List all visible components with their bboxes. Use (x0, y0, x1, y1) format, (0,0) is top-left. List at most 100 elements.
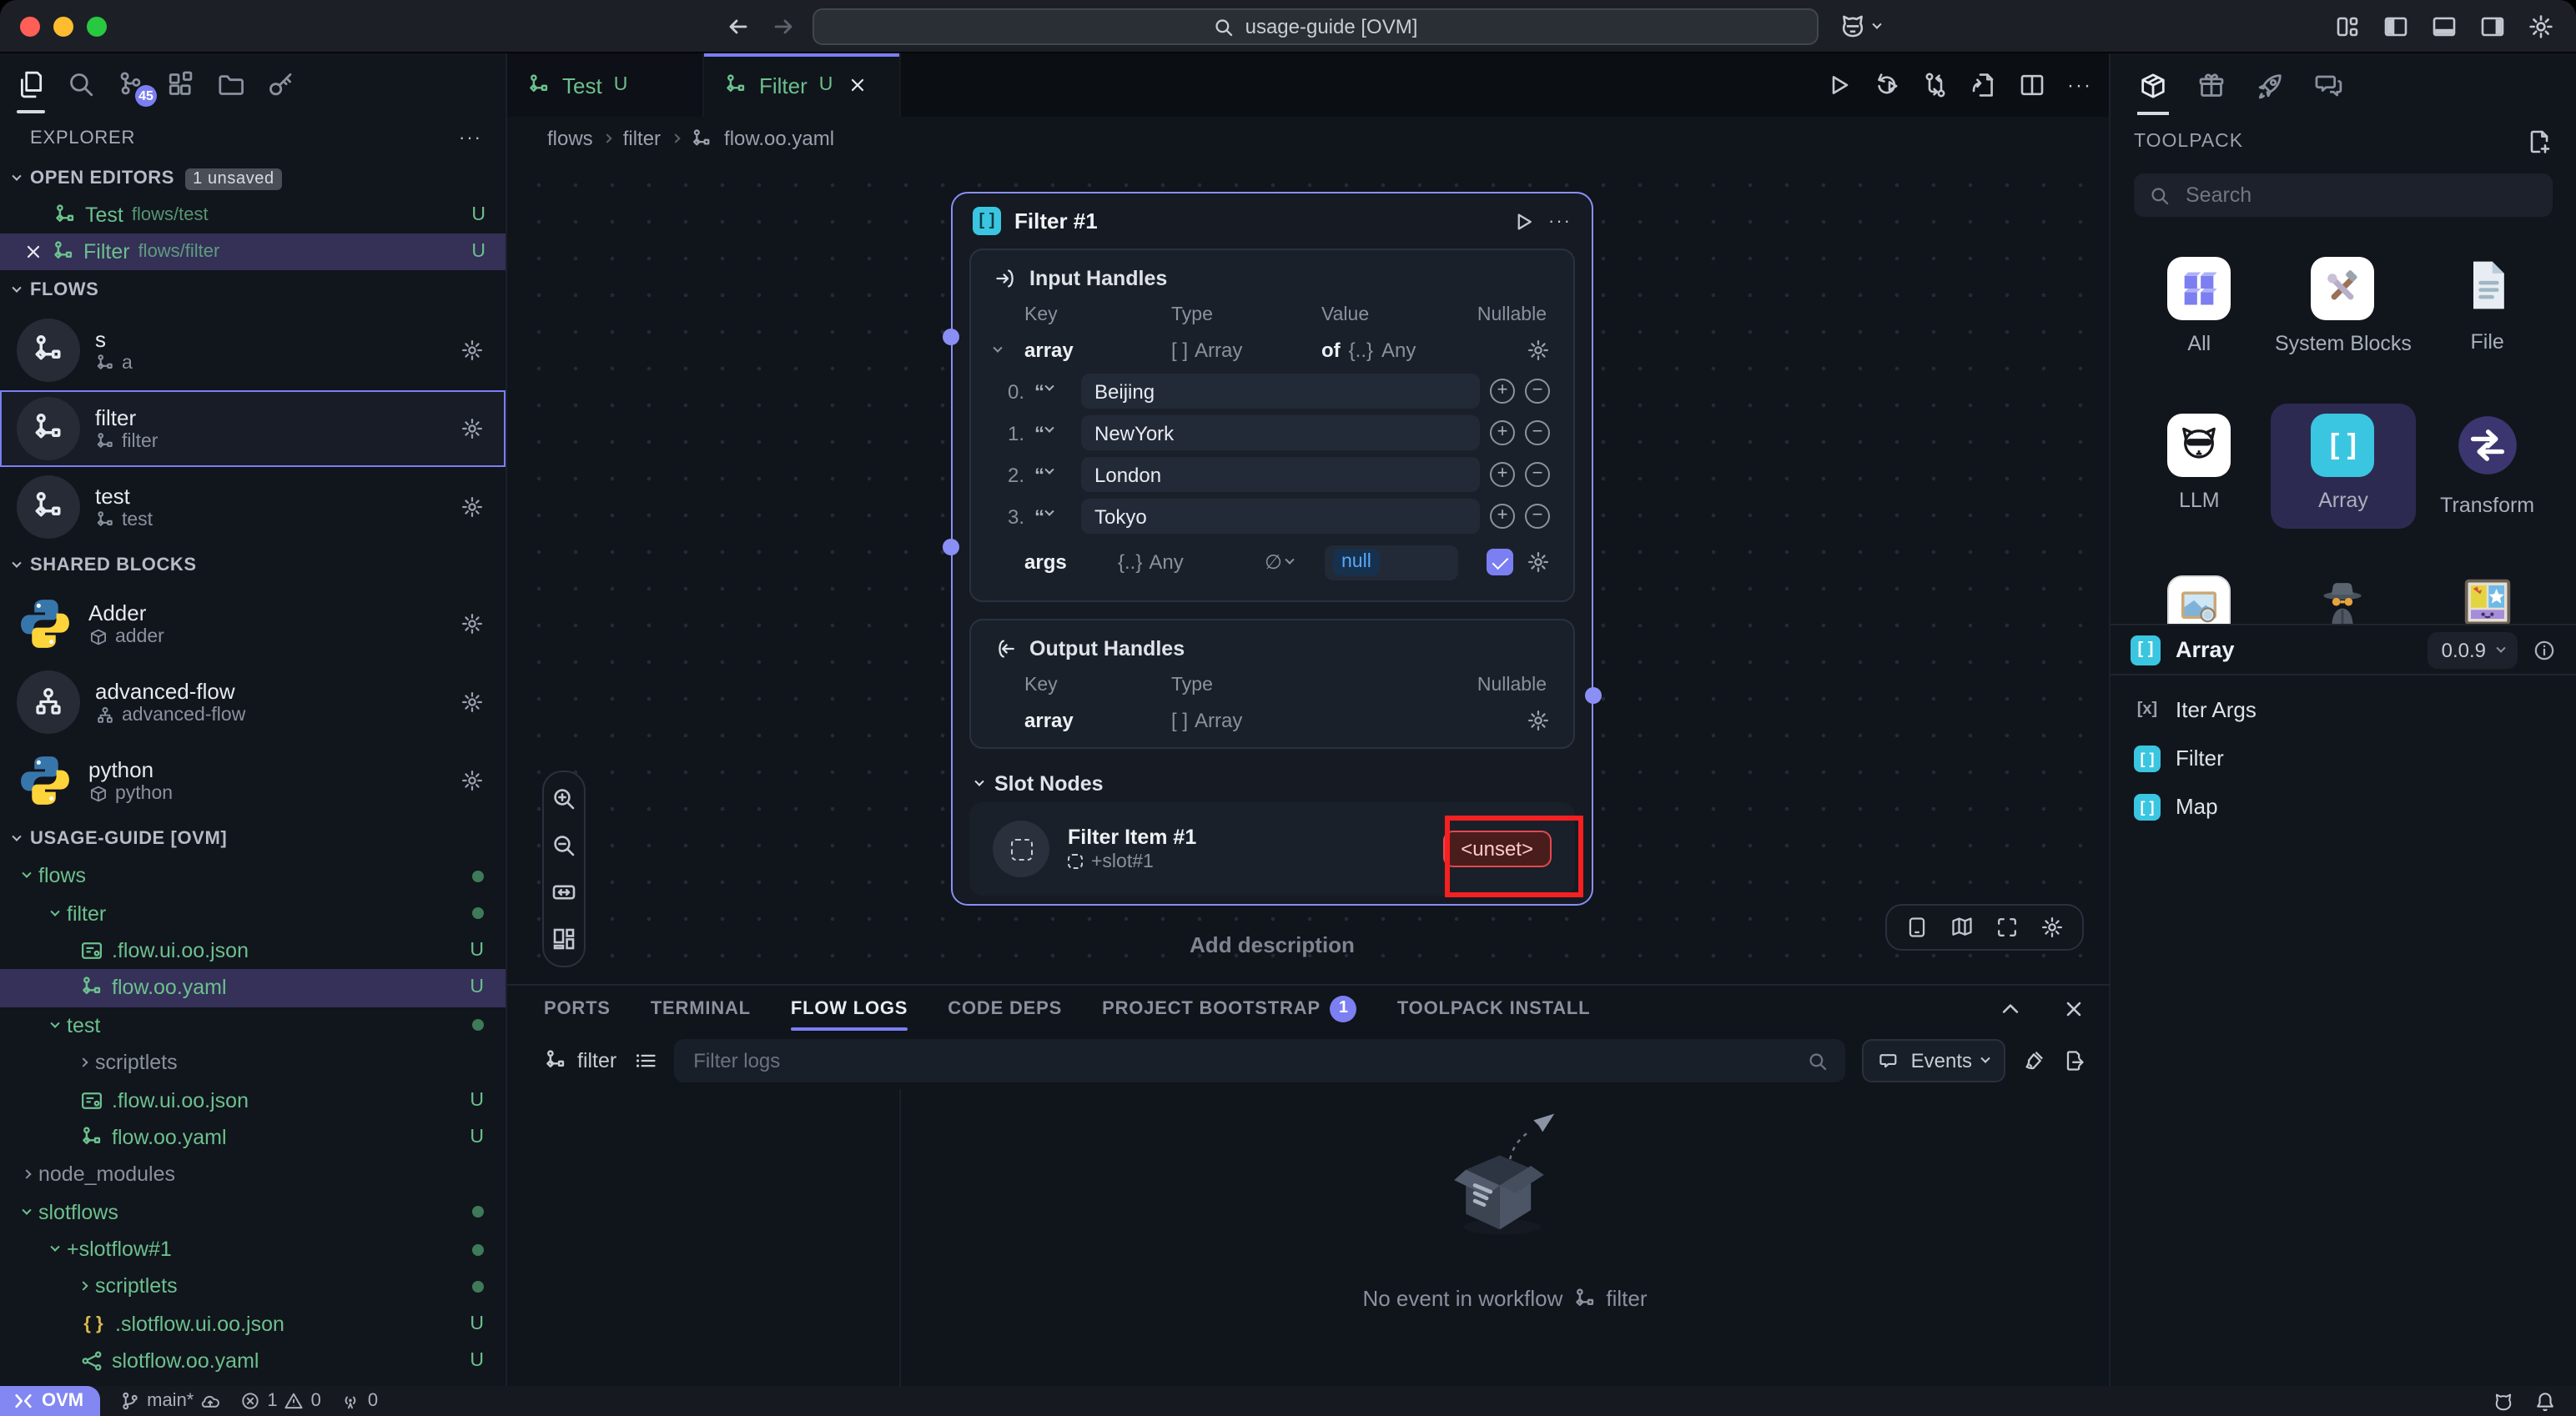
string-type-icon[interactable]: “ (1034, 421, 1071, 444)
history-back-button[interactable] (724, 13, 751, 40)
toolpack-category-llm[interactable]: LLM (2127, 404, 2272, 529)
remove-item-button[interactable]: − (1525, 462, 1550, 487)
item-value-input[interactable] (1081, 415, 1480, 450)
command-center-search[interactable]: usage-guide [OVM] (813, 8, 1819, 45)
item-value-input[interactable] (1081, 457, 1480, 492)
bottom-tab-toolpack-install[interactable]: TOOLPACK INSTALL (1397, 986, 1591, 1032)
breadcrumb-file[interactable]: flow.oo.yaml (724, 127, 834, 150)
add-item-button[interactable]: + (1490, 420, 1515, 445)
add-description-button[interactable]: Add description (951, 932, 1593, 957)
output-handle-port-array[interactable] (1585, 687, 1602, 704)
collapse-array-icon[interactable] (993, 344, 1002, 353)
toolpack-category-picture[interactable] (2415, 565, 2559, 624)
toolpack-category-all[interactable]: All (2127, 247, 2272, 367)
toolpack-category-file[interactable]: File (2415, 247, 2559, 367)
tree-item-test[interactable]: test (0, 1007, 506, 1044)
remove-item-button[interactable]: − (1525, 379, 1550, 404)
log-flow-selector[interactable]: filter (544, 1049, 616, 1072)
output-settings-icon[interactable] (1527, 709, 1550, 732)
handle-settings-icon[interactable] (1527, 339, 1550, 362)
tree-item-node_modules[interactable]: node_modules (0, 1156, 506, 1193)
pet-status-icon[interactable] (2493, 1390, 2514, 1412)
minimize-window-button[interactable] (53, 17, 73, 37)
chevron-down-icon[interactable] (974, 777, 984, 786)
item-value-input[interactable] (1081, 374, 1480, 409)
flows-graph-tab-icon[interactable]: 45 (117, 70, 145, 98)
extensions-tab-icon[interactable] (167, 70, 195, 98)
toolpack-tab-icon[interactable] (2139, 71, 2167, 99)
bottom-tab-project-bootstrap[interactable]: PROJECT BOOTSTRAP 1 (1102, 986, 1357, 1032)
shared-block-adder[interactable]: Adder adder (0, 585, 506, 662)
block-settings-icon[interactable] (460, 769, 484, 792)
tree-item-flow.oo.yaml[interactable]: flow.oo.yamlU (0, 1118, 506, 1156)
tree-item-.flow.ui.oo.json[interactable]: .flow.ui.oo.jsonU (0, 932, 506, 970)
bottom-tab-ports[interactable]: PORTS (544, 986, 611, 1032)
flow-canvas[interactable]: [ ] Filter #1 ··· Input Handles (507, 160, 2109, 984)
breadcrumb-filter[interactable]: filter (623, 127, 661, 150)
folder-tab-icon[interactable] (217, 70, 245, 98)
log-list-icon[interactable] (633, 1049, 657, 1072)
filter-logs-input[interactable] (673, 1039, 1845, 1082)
breadcrumb-flows[interactable]: flows (547, 127, 593, 150)
add-item-button[interactable]: + (1490, 504, 1515, 529)
input-handle-port-args[interactable] (943, 539, 959, 555)
version-dropdown[interactable]: 0.0.9 (2428, 631, 2518, 668)
tree-item-+slotflow#1[interactable]: +slotflow#1 (0, 1231, 506, 1268)
open-editors-header[interactable]: OPEN EDITORS 1 unsaved (0, 160, 506, 197)
toolpack-category-preview[interactable] (2127, 565, 2272, 624)
toolpack-search-field[interactable] (2182, 182, 2538, 208)
string-type-icon[interactable]: “ (1034, 505, 1071, 528)
block-settings-icon[interactable] (460, 690, 484, 714)
chat-tab-icon[interactable] (2314, 71, 2342, 99)
close-window-button[interactable] (20, 17, 40, 37)
editor-more-actions[interactable]: ··· (2067, 73, 2092, 97)
open-editor-filter[interactable]: Filter flows/filter U (0, 233, 506, 270)
toggle-bottom-panel-icon[interactable] (2431, 13, 2458, 40)
string-type-icon[interactable]: “ (1034, 463, 1071, 486)
toolpack-category-array[interactable]: [ ] Array (2272, 404, 2416, 529)
tree-item-+slotflow#2[interactable]: +slotflow#2 (0, 1380, 506, 1386)
package-info-icon[interactable] (2533, 638, 2556, 661)
block-item-filter[interactable]: [ ] Filter (2111, 734, 2576, 782)
export-logs-icon[interactable] (2062, 1049, 2085, 1072)
filter-logs-field[interactable] (690, 1047, 1807, 1074)
zoom-out-icon[interactable] (551, 832, 577, 859)
toolpack-category-transform[interactable]: Transform (2415, 404, 2559, 529)
tree-item-filter[interactable]: filter (0, 895, 506, 932)
add-item-button[interactable]: + (1490, 379, 1515, 404)
customize-layout-icon[interactable] (2334, 13, 2361, 40)
flow-settings-icon[interactable] (460, 339, 484, 362)
toggle-right-panel-icon[interactable] (2479, 13, 2506, 40)
gift-tab-icon[interactable] (2197, 71, 2226, 99)
tree-item-.slotflow.ui.oo.json[interactable]: { }.slotflow.ui.oo.jsonU (0, 1305, 506, 1343)
clear-logs-icon[interactable] (2022, 1049, 2045, 1072)
toggle-left-panel-icon[interactable] (2382, 13, 2409, 40)
key-tab-icon[interactable] (267, 70, 295, 98)
events-dropdown[interactable]: Events (1863, 1039, 2005, 1082)
editor-tab-filter[interactable]: Filter U (704, 53, 901, 117)
toolpack-category-detective[interactable] (2272, 565, 2416, 624)
shared-blocks-header[interactable]: SHARED BLOCKS (0, 547, 506, 584)
shared-block-advanced-flow[interactable]: advanced-flow advanced-flow (0, 664, 506, 741)
null-type-selector[interactable]: ∅ (1265, 550, 1325, 574)
editor-tab-test[interactable]: Test U (507, 53, 704, 117)
tree-item-slotflow.oo.yaml[interactable]: slotflow.oo.yamlU (0, 1343, 506, 1380)
problems-status[interactable]: 1 0 (240, 1391, 321, 1411)
search-tab-icon[interactable] (67, 70, 95, 98)
canvas-settings-icon[interactable] (2040, 916, 2064, 939)
item-value-input[interactable] (1081, 499, 1480, 534)
fit-view-icon[interactable] (551, 879, 577, 906)
node-run-icon[interactable] (1512, 209, 1535, 233)
tree-item-flow.oo.yaml[interactable]: flow.oo.yamlU (0, 969, 506, 1007)
explorer-more-actions[interactable]: ··· (459, 128, 482, 148)
block-item-map[interactable]: [ ] Map (2111, 782, 2576, 831)
flow-settings-icon[interactable] (460, 417, 484, 440)
zoom-in-icon[interactable] (551, 786, 577, 812)
notifications-bell-icon[interactable] (2534, 1390, 2556, 1412)
auto-layout-icon[interactable] (551, 926, 577, 952)
node-more-actions[interactable]: ··· (1548, 211, 1572, 231)
flow-card-s[interactable]: s a (0, 312, 506, 389)
rocket-tab-icon[interactable] (2256, 71, 2284, 99)
pet-menu[interactable] (1839, 12, 1880, 40)
zoom-window-button[interactable] (87, 17, 107, 37)
